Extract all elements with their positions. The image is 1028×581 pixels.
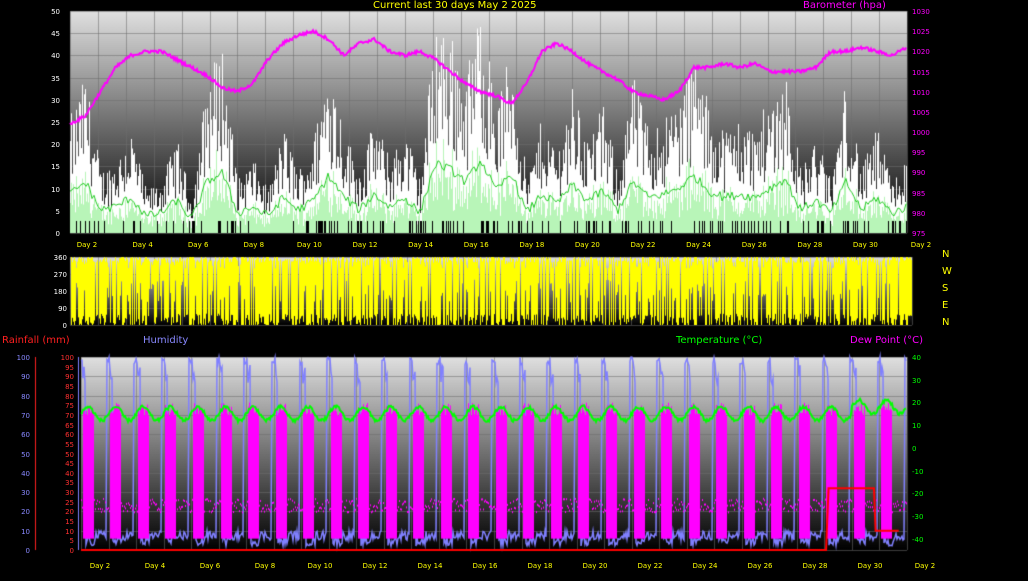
climate-x-tick: Day 14	[417, 562, 443, 570]
rain-y-tick: 20	[21, 508, 30, 517]
wind-x-tick: Day 22	[630, 241, 656, 249]
direction-y-tick: 270	[53, 271, 67, 279]
wind-x-tick: Day 20	[574, 241, 600, 249]
baro-y-tick: 1000	[912, 129, 930, 138]
chart-title: Current last 30 days May 2 2025	[373, 0, 537, 11]
temperature-y-tick: 20	[912, 399, 921, 408]
rain-y-tick: 50	[21, 450, 30, 459]
temperature-y-tick: -40	[912, 535, 924, 544]
temperature-y-tick: -30	[912, 512, 924, 521]
wind-x-tick: Day 28	[797, 241, 823, 249]
wind-x-tick: Day 8	[243, 241, 265, 249]
dewpoint-axis-title: Dew Point (°C)	[850, 335, 924, 346]
wind-x-tick: Day 18	[519, 241, 545, 249]
wind-y-tick: 20	[51, 141, 60, 150]
climate-x-tick: Day 18	[527, 562, 553, 570]
baro-y-tick: 1015	[912, 68, 930, 77]
climate-x-tick: Day 20	[582, 562, 608, 570]
climate-x-tick: Day 10	[307, 562, 333, 570]
rain-y-tick: 70	[21, 411, 30, 420]
wind-y-tick: 5	[55, 207, 60, 216]
temperature-y-tick: -10	[912, 467, 924, 476]
wind-x-tick: Day 4	[132, 241, 153, 249]
rain-y-tick: 10	[21, 527, 30, 536]
wind-y-tick: 45	[51, 30, 60, 39]
direction-y-tick: 180	[53, 288, 67, 296]
baro-y-tick: 1030	[912, 8, 930, 16]
temperature-y-tick: 0	[912, 444, 917, 453]
wind-y-tick: 0	[55, 230, 60, 238]
direction-y-tick: 90	[58, 305, 67, 313]
humidity-y-tick: 100	[60, 354, 74, 362]
wind-x-tick: Day 26	[741, 241, 767, 249]
rain-y-tick: 40	[21, 469, 30, 478]
wind-x-tick: Day 24	[686, 241, 712, 249]
baro-y-tick: 980	[912, 209, 926, 218]
wind-y-tick: 30	[51, 96, 60, 105]
direction-y-tick: 0	[62, 322, 67, 330]
temperature-y-tick: 40	[912, 354, 921, 362]
temperature-axis-title: Temperature (°C)	[676, 335, 763, 346]
climate-x-tick: Day 12	[362, 562, 388, 570]
compass-n-top: N	[942, 249, 950, 260]
rain-y-tick: 100	[16, 354, 30, 362]
baro-y-tick: 1025	[912, 28, 930, 37]
wind-axis-title: Windspeed (kph)	[73, 0, 158, 11]
compass-n-bottom: N	[942, 317, 950, 328]
climate-x-tick: Day 16	[472, 562, 498, 570]
temperature-y-tick: 10	[912, 422, 921, 431]
temperature-y-tick: -20	[912, 490, 924, 499]
wind-y-tick: 50	[51, 8, 60, 16]
wind-x-tick: Day 30	[852, 241, 878, 249]
climate-x-tick: Day 30	[857, 562, 883, 570]
climate-x-tick: Day 4	[144, 562, 166, 570]
wind-y-tick: 35	[51, 74, 60, 83]
wind-x-tick: Day 6	[187, 241, 209, 249]
temperature-y-tick: 30	[912, 376, 921, 385]
climate-x-tick: Day 26	[747, 562, 773, 570]
wind-y-tick: 10	[51, 185, 60, 194]
baro-y-tick: 1005	[912, 108, 930, 117]
rain-y-tick: 90	[21, 373, 30, 382]
wind-y-tick: 25	[51, 119, 60, 127]
wind-x-tick: Day 16	[463, 241, 489, 249]
climate-x-tick: Day 2	[914, 562, 936, 570]
compass-s: S	[942, 283, 949, 294]
climate-x-tick: Day 8	[254, 562, 276, 570]
compass-e: E	[942, 300, 949, 311]
direction-y-tick: 360	[53, 254, 67, 262]
wind-y-tick: 40	[51, 52, 60, 61]
baro-y-tick: 995	[912, 149, 926, 158]
humidity-axis-title: Humidity	[143, 335, 189, 346]
rain-axis-title: Rainfall (mm)	[2, 335, 70, 346]
wind-x-tick: Day 2	[910, 241, 932, 249]
weather-chart-canvas	[0, 0, 1028, 581]
baro-y-tick: 985	[912, 189, 926, 198]
wind-x-tick: Day 14	[408, 241, 434, 249]
rain-y-tick: 0	[25, 547, 30, 555]
rain-y-tick: 30	[21, 489, 30, 498]
baro-y-tick: 1020	[912, 48, 930, 57]
wind-x-tick: Day 10	[296, 241, 322, 249]
baro-y-tick: 990	[912, 169, 926, 178]
rain-y-tick: 80	[21, 392, 30, 401]
climate-x-tick: Day 22	[637, 562, 663, 570]
climate-x-tick: Day 6	[199, 562, 221, 570]
wind-y-tick: 15	[51, 163, 60, 172]
baro-y-tick: 1010	[912, 88, 930, 97]
compass-w: W	[942, 266, 952, 277]
climate-x-tick: Day 2	[89, 562, 111, 570]
rain-y-tick: 60	[21, 431, 30, 440]
climate-x-tick: Day 24	[692, 562, 718, 570]
wind-x-tick: Day 12	[352, 241, 378, 249]
wind-x-tick: Day 2	[76, 241, 98, 249]
climate-x-tick: Day 28	[802, 562, 828, 570]
baro-axis-title: Barometer (hpa)	[803, 0, 886, 11]
